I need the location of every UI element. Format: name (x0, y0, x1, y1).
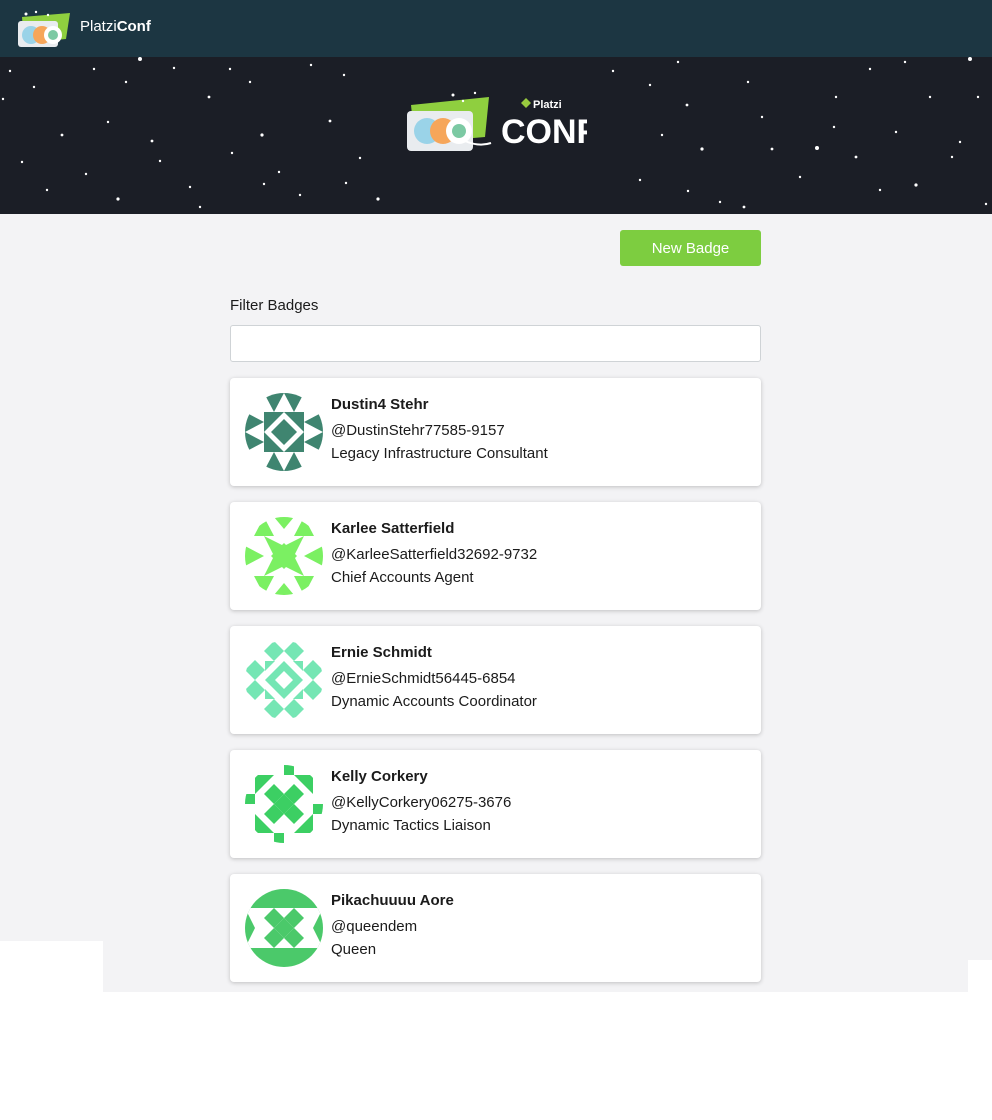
badge-list-item[interactable]: Karlee Satterfield @KarleeSatterfield326… (230, 502, 761, 610)
badge-job-title: Legacy Infrastructure Consultant (331, 445, 548, 462)
badge-info: Pikachuuuu Aore @queendem Queen (331, 892, 454, 961)
filter-badges-input[interactable] (230, 325, 761, 362)
platziconf-hero-logo-icon: Platzi CONF (407, 91, 587, 151)
navbar: PlatziConf (0, 0, 992, 57)
identicon-avatar-icon (245, 641, 323, 719)
badge-handle: @ErnieSchmidt56445-6854 (331, 670, 516, 687)
badges-list: Dustin4 Stehr @DustinStehr77585-9157 Leg… (230, 378, 761, 998)
badge-info: Kelly Corkery @KellyCorkery06275-3676 Dy… (331, 768, 511, 837)
avatar (245, 889, 323, 967)
blank-area-right (968, 960, 992, 1120)
badge-list-item[interactable]: Kelly Corkery @KellyCorkery06275-3676 Dy… (230, 750, 761, 858)
avatar (245, 517, 323, 595)
new-badge-button[interactable]: New Badge (620, 230, 761, 266)
avatar (245, 393, 323, 471)
badge-info: Ernie Schmidt @ErnieSchmidt56445-6854 Dy… (331, 644, 537, 713)
badge-job-title: Queen (331, 941, 377, 958)
badge-list-item[interactable]: Pikachuuuu Aore @queendem Queen (230, 874, 761, 982)
badge-handle: @queendem (331, 918, 418, 935)
badge-info: Karlee Satterfield @KarleeSatterfield326… (331, 520, 537, 589)
identicon-avatar-icon (245, 765, 323, 843)
platziconf-logo-icon (18, 10, 70, 47)
badge-name: Pikachuuuu Aore (331, 892, 454, 909)
badge-name: Dustin4 Stehr (331, 396, 429, 413)
brand-bold-text: Conf (116, 18, 151, 35)
badge-list-item[interactable]: Ernie Schmidt @ErnieSchmidt56445-6854 Dy… (230, 626, 761, 734)
filter-badges-label: Filter Badges (230, 297, 319, 314)
svg-text:Platzi: Platzi (533, 99, 562, 111)
identicon-avatar-icon (245, 517, 323, 595)
brand-light-text: Platzi (80, 18, 117, 35)
identicon-avatar-icon (245, 393, 323, 471)
badge-handle: @KarleeSatterfield32692-9732 (331, 546, 538, 563)
avatar (245, 765, 323, 843)
badge-handle: @KellyCorkery06275-3676 (331, 794, 512, 811)
badge-job-title: Chief Accounts Agent (331, 569, 474, 586)
badge-list-item[interactable]: Dustin4 Stehr @DustinStehr77585-9157 Leg… (230, 378, 761, 486)
avatar (245, 641, 323, 719)
blank-area-left (0, 941, 103, 1120)
badge-name: Ernie Schmidt (331, 644, 432, 661)
page-bottom-area (0, 992, 992, 1120)
badge-info: Dustin4 Stehr @DustinStehr77585-9157 Leg… (331, 396, 548, 465)
svg-text:CONF: CONF (501, 113, 587, 151)
badge-handle: @DustinStehr77585-9157 (331, 422, 505, 439)
identicon-avatar-icon (245, 889, 323, 967)
platzi-small-mark: Platzi (521, 98, 562, 111)
navbar-brand[interactable]: PlatziConf (80, 18, 151, 35)
badge-job-title: Dynamic Accounts Coordinator (331, 693, 537, 710)
badge-job-title: Dynamic Tactics Liaison (331, 817, 491, 834)
hero-banner: Platzi CONF (0, 57, 992, 214)
badge-name: Kelly Corkery (331, 768, 428, 785)
badge-name: Karlee Satterfield (331, 520, 455, 537)
